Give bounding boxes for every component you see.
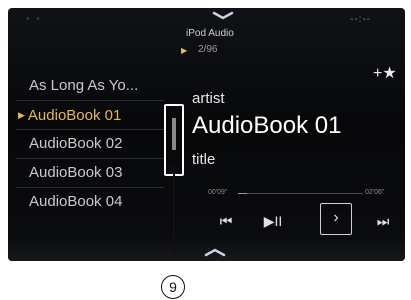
list-item[interactable]: AudioBook 02 xyxy=(16,130,164,159)
list-item[interactable]: As Long As Yo... xyxy=(16,72,164,101)
list-item-selected[interactable]: ▶ AudioBook 01 xyxy=(16,101,164,130)
track-list: As Long As Yo... ▶ AudioBook 01 AudioBook… xyxy=(16,72,164,216)
list-item-label: As Long As Yo... xyxy=(29,77,139,94)
clock: --:-- xyxy=(350,14,372,25)
chevron-up-icon[interactable] xyxy=(212,10,234,20)
next-track-button[interactable]: ⏭ xyxy=(370,213,396,230)
progress-bar[interactable] xyxy=(238,193,363,194)
previous-track-button[interactable]: ⏮ xyxy=(213,213,239,230)
track-counter: 2/96 xyxy=(198,44,218,55)
list-item[interactable]: AudioBook 03 xyxy=(16,159,164,188)
list-item-label: AudioBook 04 xyxy=(29,193,123,210)
list-item[interactable]: AudioBook 04 xyxy=(16,188,164,216)
audio-screen: • • iPod Audio ▶ 2/96 --:-- +★ As Long A… xyxy=(8,8,405,261)
total-time: 02'06" xyxy=(365,189,385,196)
scrollbar-thumb[interactable] xyxy=(172,118,176,150)
list-item-label: AudioBook 02 xyxy=(29,135,123,152)
status-dots: • • xyxy=(26,14,42,25)
list-item-label: AudioBook 01 xyxy=(27,107,122,124)
list-item-label: AudioBook 03 xyxy=(29,164,123,181)
callout-leader-line xyxy=(173,166,175,256)
album-name: AudioBook 01 xyxy=(192,112,342,139)
song-title: title xyxy=(192,151,216,168)
source-label: iPod Audio xyxy=(186,28,234,39)
selected-marker-icon: ▶ xyxy=(18,110,25,120)
elapsed-time: 00'09" xyxy=(208,189,228,196)
play-indicator-icon: ▶ xyxy=(181,46,188,55)
next-page-button[interactable]: › xyxy=(320,203,352,235)
play-pause-button[interactable]: ▶II xyxy=(260,213,286,230)
artist-name: artist xyxy=(192,90,225,107)
callout-number: 9 xyxy=(161,275,185,299)
progress-fill xyxy=(238,193,247,194)
chevron-up-icon[interactable] xyxy=(204,247,226,257)
add-favorite-button[interactable]: +★ xyxy=(373,63,397,83)
